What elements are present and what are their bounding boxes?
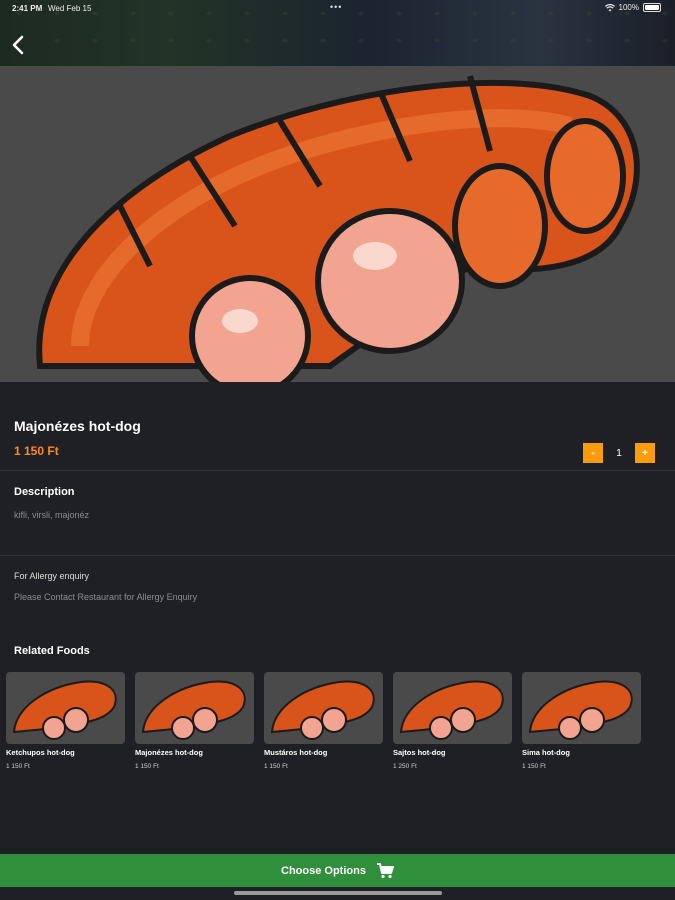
related-food-price: 1 250 Ft — [393, 763, 417, 770]
related-food-image — [264, 672, 383, 744]
product-image — [0, 66, 675, 382]
related-food-card[interactable]: Sima hot-dog 1 150 Ft — [522, 672, 641, 770]
sausage-illustration — [36, 75, 640, 382]
quantity-value: 1 — [616, 447, 622, 459]
related-food-name: Sima hot-dog — [522, 748, 570, 757]
related-food-name: Mustáros hot-dog — [264, 748, 328, 757]
sausage-thumbnail — [141, 680, 246, 740]
description-text: kifli, virsli, majonéz — [14, 510, 90, 520]
shopping-cart-icon — [376, 862, 394, 878]
related-food-price: 1 150 Ft — [6, 763, 30, 770]
choose-options-button[interactable]: Choose Options — [0, 854, 675, 887]
related-food-image — [6, 672, 125, 744]
related-food-image — [135, 672, 254, 744]
description-heading: Description — [14, 486, 75, 498]
divider — [0, 555, 675, 556]
header-bar: 2:41 PM Wed Feb 15 ••• 100% — [0, 0, 675, 66]
divider — [0, 470, 675, 471]
product-price: 1 150 Ft — [14, 444, 59, 458]
sausage-thumbnail — [270, 680, 375, 740]
related-food-name: Majonézes hot-dog — [135, 748, 203, 757]
related-foods-list: Ketchupos hot-dog 1 150 Ft Majonézes hot… — [6, 672, 641, 770]
choose-options-label: Choose Options — [281, 864, 366, 877]
sausage-thumbnail — [528, 680, 633, 740]
related-food-image — [522, 672, 641, 744]
multitask-dots[interactable]: ••• — [330, 2, 342, 12]
related-food-card[interactable]: Ketchupos hot-dog 1 150 Ft — [6, 672, 125, 770]
decrease-quantity-button[interactable]: - — [583, 443, 603, 463]
battery-percent: 100% — [618, 3, 639, 12]
status-right: 100% — [604, 3, 661, 12]
product-title: Majonézes hot-dog — [14, 418, 141, 434]
home-indicator[interactable] — [234, 891, 442, 895]
related-food-card[interactable]: Mustáros hot-dog 1 150 Ft — [264, 672, 383, 770]
status-time: 2:41 PM — [12, 4, 43, 13]
related-food-card[interactable]: Sajtos hot-dog 1 250 Ft — [393, 672, 512, 770]
related-food-card[interactable]: Majonézes hot-dog 1 150 Ft — [135, 672, 254, 770]
related-food-price: 1 150 Ft — [264, 763, 288, 770]
wifi-icon — [604, 3, 615, 11]
status-date: Wed Feb 15 — [48, 4, 92, 13]
allergy-heading: For Allergy enquiry — [14, 571, 90, 581]
increase-quantity-button[interactable]: + — [635, 443, 655, 463]
related-food-image — [393, 672, 512, 744]
related-food-name: Ketchupos hot-dog — [6, 748, 75, 757]
related-foods-heading: Related Foods — [14, 645, 90, 657]
related-food-price: 1 150 Ft — [522, 763, 546, 770]
back-chevron-icon[interactable] — [8, 34, 30, 56]
sausage-thumbnail — [12, 680, 117, 740]
battery-icon — [643, 3, 661, 12]
related-food-price: 1 150 Ft — [135, 763, 159, 770]
related-food-name: Sajtos hot-dog — [393, 748, 446, 757]
quantity-stepper: - 1 + — [583, 443, 655, 463]
sausage-thumbnail — [399, 680, 504, 740]
allergy-text: Please Contact Restaurant for Allergy En… — [14, 592, 198, 602]
